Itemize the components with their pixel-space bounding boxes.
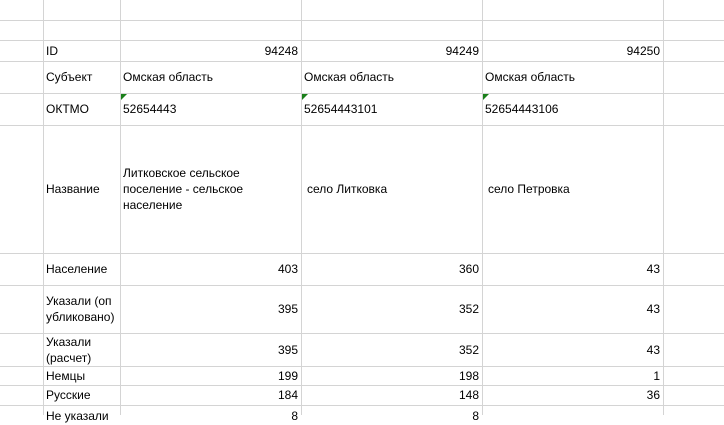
row-label-id[interactable]: ID xyxy=(43,40,120,61)
row-label-indicated-calc[interactable]: Указали (расчет) xyxy=(43,333,120,366)
row-divider xyxy=(0,20,724,21)
cell-population-3[interactable]: 43 xyxy=(482,253,663,285)
comment-marker-icon xyxy=(483,94,489,100)
row-label-germans[interactable]: Немцы xyxy=(43,366,120,385)
cell-name-1[interactable]: Литковское сельское поселение - сельское… xyxy=(120,125,301,253)
cell-name-2[interactable]: село Литковка xyxy=(301,125,482,253)
comment-marker-icon xyxy=(121,94,127,100)
row-label-name[interactable]: Название xyxy=(43,125,120,253)
cell-subject-1[interactable]: Омская область xyxy=(120,61,301,93)
cell-subject-2[interactable]: Омская область xyxy=(301,61,482,93)
cell-not-indicated-3[interactable] xyxy=(482,405,663,425)
cell-subject-3[interactable]: Омская область xyxy=(482,61,663,93)
row-label-population[interactable]: Население xyxy=(43,253,120,285)
cell-id-1[interactable]: 94248 xyxy=(120,40,301,61)
row-label-subject[interactable]: Субъект xyxy=(43,61,120,93)
comment-marker-icon xyxy=(302,94,308,100)
cell-indicated-calc-3[interactable]: 43 xyxy=(482,333,663,366)
cell-indicated-calc-2[interactable]: 352 xyxy=(301,333,482,366)
cell-russians-1[interactable]: 184 xyxy=(120,385,301,405)
cell-population-2[interactable]: 360 xyxy=(301,253,482,285)
cell-germans-2[interactable]: 198 xyxy=(301,366,482,385)
row-label-not-indicated[interactable]: Не указали xyxy=(43,405,120,425)
cell-not-indicated-2[interactable]: 8 xyxy=(301,405,482,425)
cell-indicated-calc-1[interactable]: 395 xyxy=(120,333,301,366)
row-label-oktmo[interactable]: ОКТМО xyxy=(43,93,120,125)
cell-indicated-published-1[interactable]: 395 xyxy=(120,285,301,333)
cell-id-2[interactable]: 94249 xyxy=(301,40,482,61)
cell-indicated-published-2[interactable]: 352 xyxy=(301,285,482,333)
cell-oktmo-1[interactable]: 52654443 xyxy=(120,93,301,125)
cell-russians-3[interactable]: 36 xyxy=(482,385,663,405)
row-label-indicated-published[interactable]: Указали (опубликовано) xyxy=(43,285,120,333)
cell-germans-1[interactable]: 199 xyxy=(120,366,301,385)
cell-oktmo-3[interactable]: 52654443106 xyxy=(482,93,663,125)
cell-not-indicated-1[interactable]: 8 xyxy=(120,405,301,425)
row-label-russians[interactable]: Русские xyxy=(43,385,120,405)
cell-oktmo-2[interactable]: 52654443101 xyxy=(301,93,482,125)
cell-germans-3[interactable]: 1 xyxy=(482,366,663,385)
cell-population-1[interactable]: 403 xyxy=(120,253,301,285)
column-divider xyxy=(663,0,664,415)
cell-id-3[interactable]: 94250 xyxy=(482,40,663,61)
cell-name-3[interactable]: село Петровка xyxy=(482,125,663,253)
cell-indicated-published-3[interactable]: 43 xyxy=(482,285,663,333)
cell-russians-2[interactable]: 148 xyxy=(301,385,482,405)
